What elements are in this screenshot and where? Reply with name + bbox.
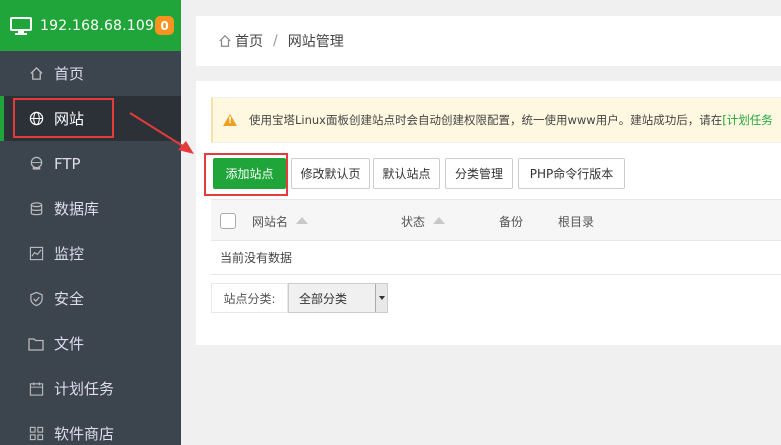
- home-icon: [28, 66, 44, 82]
- ftp-icon: [28, 156, 44, 172]
- sidebar-item-label: 安全: [54, 290, 85, 308]
- sidebar-item-label: 文件: [54, 335, 85, 353]
- sidebar-header: 192.168.68.109 0: [0, 0, 181, 51]
- breadcrumb-home-link[interactable]: 首页: [235, 31, 263, 51]
- sidebar-item-label: 数据库: [54, 200, 100, 218]
- notice-text: 使用宝塔Linux面板创建站点时会自动创建权限配置，统一使用www用户。建站成功…: [249, 113, 723, 127]
- select-all-checkbox[interactable]: [220, 213, 236, 229]
- default-site-button[interactable]: 默认站点: [373, 158, 440, 189]
- notice-cron-link[interactable]: [计划任务: [722, 112, 773, 128]
- message-count-badge[interactable]: 0: [155, 16, 174, 35]
- column-header-status[interactable]: 状态: [401, 213, 446, 230]
- website-highlight-box: [13, 98, 114, 138]
- sidebar-item-label: 监控: [54, 245, 85, 263]
- shield-icon: [28, 291, 44, 307]
- sidebar-item-label: 软件商店: [54, 425, 115, 443]
- php-cli-version-button[interactable]: PHP命令行版本: [518, 158, 625, 189]
- folder-icon: [28, 336, 44, 352]
- annotation-arrow: [129, 112, 194, 154]
- notice-banner: ! 使用宝塔Linux面板创建站点时会自动创建权限配置，统一使用www用户。建站…: [211, 97, 781, 143]
- home-icon: [219, 34, 231, 47]
- breadcrumb-separator: /: [273, 33, 278, 49]
- add-site-highlight-box: [204, 153, 288, 196]
- sidebar: 192.168.68.109 0 首页 网站 FTP 数据库 监控 安全 文件 …: [0, 0, 181, 445]
- category-manage-button[interactable]: 分类管理: [445, 158, 513, 189]
- sidebar-item-store[interactable]: 软件商店: [0, 411, 181, 445]
- category-filter-label: 站点分类:: [211, 283, 288, 313]
- grid-apps-icon: [28, 426, 44, 442]
- column-header-site-name[interactable]: 网站名: [252, 213, 309, 230]
- sidebar-item-monitor[interactable]: 监控: [0, 231, 181, 276]
- empty-table-message: 当前没有数据: [211, 241, 781, 275]
- column-header-root-dir: 根目录: [558, 215, 595, 229]
- breadcrumb: 首页 / 网站管理: [196, 16, 781, 66]
- sidebar-item-label: 计划任务: [54, 380, 115, 398]
- sort-icon: [296, 217, 309, 224]
- sort-icon: [433, 217, 446, 224]
- sidebar-item-label: FTP: [54, 154, 81, 173]
- table-header: 网站名 状态 备份 根目录: [211, 199, 781, 241]
- column-header-backup: 备份: [499, 215, 524, 229]
- sidebar-item-security[interactable]: 安全: [0, 276, 181, 321]
- calendar-icon: [28, 381, 44, 397]
- site-table: 网站名 状态 备份 根目录 当前没有数据 站点分类: 全部分类: [211, 199, 781, 313]
- sidebar-item-label: 首页: [54, 65, 85, 83]
- sidebar-item-files[interactable]: 文件: [0, 321, 181, 366]
- category-filter: 站点分类: 全部分类: [211, 283, 781, 313]
- database-icon: [28, 201, 44, 217]
- sidebar-item-home[interactable]: 首页: [0, 51, 181, 96]
- monitor-chart-icon: [28, 246, 44, 262]
- category-select[interactable]: 全部分类: [288, 283, 388, 313]
- sidebar-item-database[interactable]: 数据库: [0, 186, 181, 231]
- site-management-panel: ! 使用宝塔Linux面板创建站点时会自动创建权限配置，统一使用www用户。建站…: [196, 81, 781, 345]
- breadcrumb-current: 网站管理: [287, 34, 344, 50]
- sidebar-item-cron[interactable]: 计划任务: [0, 366, 181, 411]
- monitor-icon: [10, 16, 32, 35]
- warning-icon: !: [223, 114, 237, 126]
- chevron-down-icon: [375, 284, 387, 312]
- category-select-value: 全部分类: [299, 291, 348, 306]
- server-ip: 192.168.68.109: [40, 17, 155, 34]
- modify-default-page-button[interactable]: 修改默认页: [291, 158, 370, 189]
